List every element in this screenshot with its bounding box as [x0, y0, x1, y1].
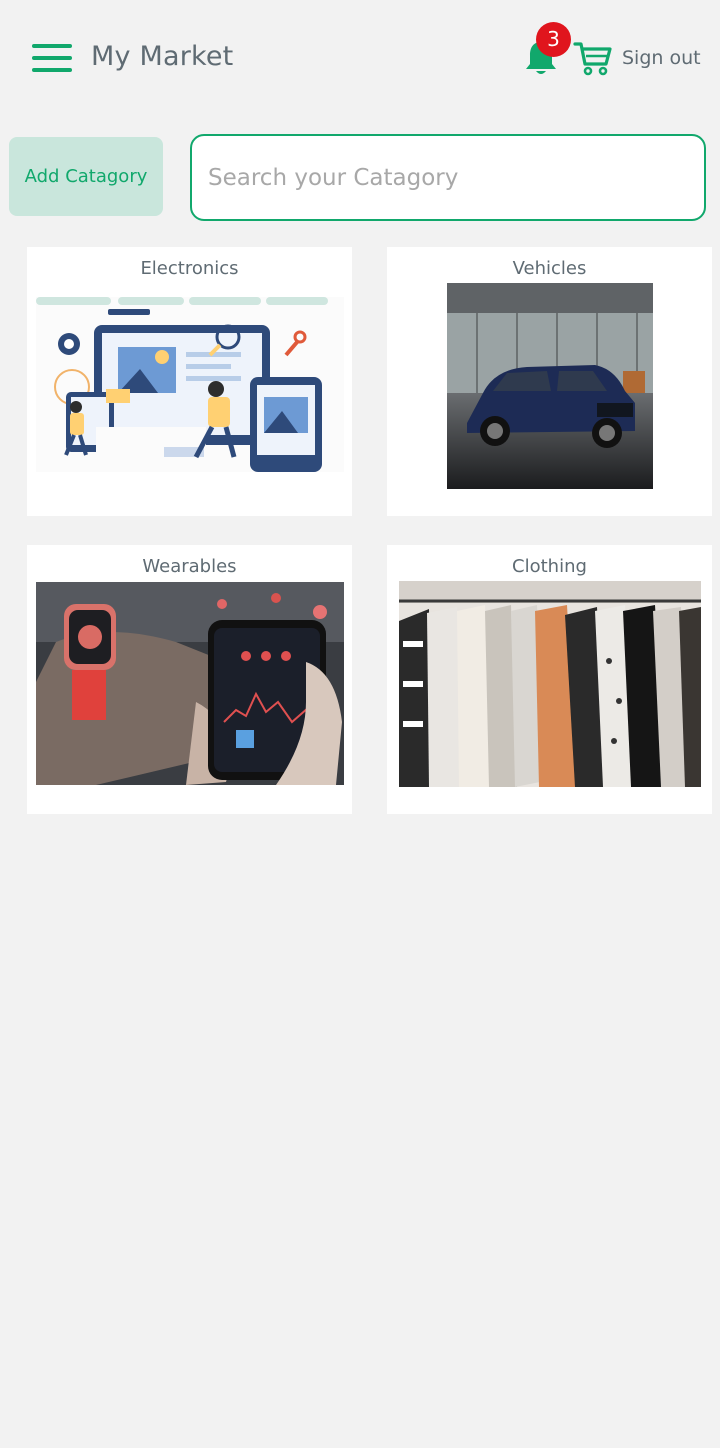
category-card-clothing[interactable]: Clothing [387, 545, 712, 814]
smartwatch-phone-photo [36, 582, 344, 785]
suv-photo [447, 283, 653, 489]
hamburger-menu-icon[interactable] [32, 44, 72, 72]
notification-badge: 3 [536, 22, 571, 57]
add-category-button[interactable]: Add Catagory [9, 137, 163, 216]
category-card-vehicles[interactable]: Vehicles [387, 247, 712, 516]
app-header: My Market 3 Sign out [0, 0, 720, 120]
category-card-wearables[interactable]: Wearables [27, 545, 352, 814]
app-title: My Market [91, 41, 234, 72]
search-category-input[interactable] [190, 134, 706, 221]
sign-out-link[interactable]: Sign out [622, 47, 701, 69]
cart-icon[interactable] [573, 40, 613, 76]
category-card-title: Vehicles [512, 258, 587, 279]
category-card-title: Electronics [140, 258, 239, 279]
category-card-title: Wearables [142, 556, 237, 577]
clothing-rack-photo [399, 581, 701, 787]
category-card-electronics[interactable]: Electronics [27, 247, 352, 516]
app-page: My Market 3 Sign out Add Catagory Electr… [0, 0, 720, 1448]
electronics-illustration [36, 297, 344, 472]
category-card-title: Clothing [512, 556, 587, 577]
